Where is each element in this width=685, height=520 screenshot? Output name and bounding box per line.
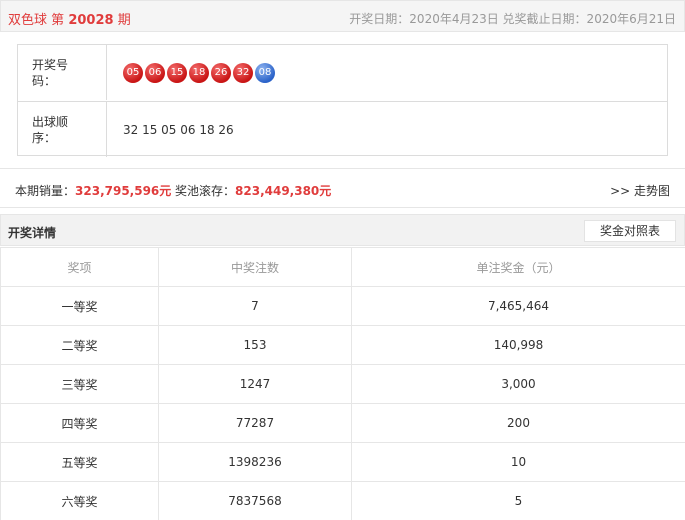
prize-level: 一等奖 [0, 286, 159, 326]
table-row: 三等奖 1247 3,000 [0, 364, 685, 404]
red-ball: 32 [233, 62, 253, 83]
winner-count: 77287 [158, 403, 352, 443]
red-ball: 05 [123, 62, 143, 83]
sales-label: 本期销量： [15, 184, 76, 198]
draw-order-label: 出球顺 序： [18, 102, 107, 157]
winning-numbers-label-line2: 码： [32, 74, 57, 88]
issue-suffix: 期 [117, 13, 131, 28]
sales-bar: 本期销量：323,795,596元 奖池滚存：823,449,380元 >> 走… [0, 168, 685, 208]
column-header: 单注奖金（元） [351, 247, 685, 287]
column-header: 中奖注数 [158, 247, 352, 287]
winning-numbers-row: 开奖号 码： 05 06 15 18 26 32 08 [18, 45, 667, 100]
pool-label: 奖池滚存： [175, 184, 236, 198]
red-ball: 06 [145, 62, 165, 83]
issue-number: 20028 [68, 13, 114, 28]
draw-order-label-line2: 序： [32, 131, 57, 145]
prize-table: 奖项 中奖注数 单注奖金（元） 一等奖 7 7,465,464 二等奖 153 … [0, 247, 685, 520]
table-row: 四等奖 77287 200 [0, 403, 685, 443]
lottery-name: 双色球 [8, 13, 48, 28]
prize-amount: 10 [351, 442, 685, 482]
column-header: 奖项 [0, 247, 159, 287]
jackpot-pool: 奖池滚存：823,449,380元 [175, 182, 331, 199]
pool-amount: 823,449,380元 [235, 184, 332, 198]
blue-ball: 08 [255, 62, 275, 83]
draw-info-table: 开奖号 码： 05 06 15 18 26 32 08 出球顺 序： 32 15… [17, 44, 668, 157]
table-header-row: 奖项 中奖注数 单注奖金（元） [0, 247, 685, 287]
draw-order-value: 32 15 05 06 18 26 [123, 102, 234, 157]
red-ball: 18 [189, 62, 209, 83]
prize-detail-title: 开奖详情 [8, 226, 57, 240]
ball-list: 05 06 15 18 26 32 08 [123, 62, 275, 83]
prize-amount: 200 [351, 403, 685, 443]
table-row: 六等奖 7837568 5 [0, 481, 685, 520]
prize-detail-header: 开奖详情 奖金对照表 [0, 214, 685, 246]
table-row: 二等奖 153 140,998 [0, 325, 685, 365]
prize-amount: 7,465,464 [351, 286, 685, 326]
draw-order-label-line1: 出球顺 [32, 115, 69, 129]
prize-compare-button[interactable]: 奖金对照表 [583, 220, 676, 242]
winner-count: 7837568 [158, 481, 352, 520]
winning-numbers-label: 开奖号 码： [18, 45, 107, 100]
prize-level: 五等奖 [0, 442, 159, 482]
prize-amount: 5 [351, 481, 685, 520]
trend-chart-link[interactable]: >> 走势图 [610, 182, 670, 199]
prize-level: 四等奖 [0, 403, 159, 443]
table-row: 一等奖 7 7,465,464 [0, 286, 685, 326]
winner-count: 153 [158, 325, 352, 365]
prize-level: 三等奖 [0, 364, 159, 404]
prize-level: 六等奖 [0, 481, 159, 520]
lottery-title: 双色球 第 20028 期 [8, 9, 131, 28]
draw-header: 双色球 第 20028 期 开奖日期：2020年4月23日 兑奖截止日期：202… [0, 0, 685, 32]
winning-numbers-label-line1: 开奖号 [32, 58, 69, 72]
red-ball: 26 [211, 62, 231, 83]
table-row: 五等奖 1398236 10 [0, 442, 685, 482]
prize-amount: 140,998 [351, 325, 685, 365]
draw-order-numbers: 32 15 05 06 18 26 [123, 122, 234, 137]
winner-count: 7 [158, 286, 352, 326]
red-ball: 15 [167, 62, 187, 83]
issue-prefix: 第 [51, 13, 65, 28]
winning-numbers: 05 06 15 18 26 32 08 [123, 45, 275, 100]
winner-count: 1398236 [158, 442, 352, 482]
draw-order-row: 出球顺 序： 32 15 05 06 18 26 [18, 101, 667, 157]
draw-dates: 开奖日期：2020年4月23日 兑奖截止日期：2020年6月21日 [349, 12, 676, 26]
sales-amount: 323,795,596元 [75, 184, 172, 198]
winner-count: 1247 [158, 364, 352, 404]
sales-volume: 本期销量：323,795,596元 [15, 182, 171, 199]
prize-amount: 3,000 [351, 364, 685, 404]
prize-level: 二等奖 [0, 325, 159, 365]
